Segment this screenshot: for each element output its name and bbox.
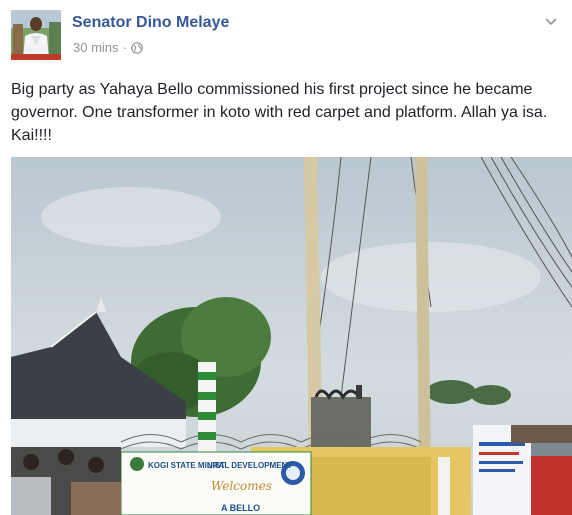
chevron-down-icon[interactable] [544, 14, 558, 28]
post-timestamp[interactable]: 30 mins [73, 40, 119, 55]
post-body-text: Big party as Yahaya Bello commissioned h… [11, 81, 548, 144]
red-vehicle [531, 455, 572, 515]
post-meta: 30 mins · [73, 40, 143, 55]
globe-icon[interactable] [131, 41, 143, 54]
banner-line2: URAL DEVELOPMENT [207, 461, 292, 470]
avatar-image [11, 10, 61, 60]
crowd [11, 447, 121, 515]
author-name-link[interactable]: Senator Dino Melaye [72, 14, 229, 32]
facebook-post: Senator Dino Melaye 30 mins · Big party … [0, 0, 572, 515]
meta-separator: · [122, 40, 127, 55]
banner-bottom: A BELLO [221, 503, 260, 513]
banner-script: Welcomes [211, 479, 272, 493]
post-photo[interactable]: KOGI STATE MINIST URAL DEVELOPMENT Welco… [11, 157, 572, 515]
author-avatar[interactable] [11, 10, 61, 60]
